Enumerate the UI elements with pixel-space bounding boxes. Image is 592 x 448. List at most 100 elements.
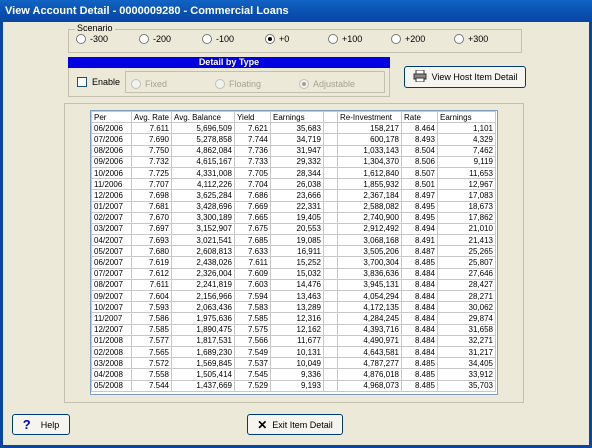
scenario-radio-minus100[interactable]: -100 (202, 33, 234, 45)
table-row[interactable]: 11/2007 7.586 1,975,636 7.585 12,316 4,284,24… (91, 312, 496, 325)
exit-item-detail-button[interactable]: ✕ Exit Item Detail (247, 414, 343, 435)
scenario-radio-minus300[interactable]: -300 (76, 33, 108, 45)
table-row[interactable]: 12/2007 7.585 1,890,475 7.575 12,162 4,393,71… (91, 323, 496, 336)
detail-radio-fixed[interactable]: Fixed (131, 78, 167, 90)
table-row[interactable]: 05/2007 7.680 2,608,813 7.633 16,911 3,505,20… (91, 245, 496, 258)
table-cell: 4,490,971 (337, 334, 402, 347)
table-cell: 14,476 (270, 278, 324, 292)
table-cell: 4,787,277 (337, 357, 402, 370)
table-cell: 29,874 (437, 312, 496, 325)
table-row[interactable]: 11/2006 7.707 4,112,226 7.704 26,038 1,855,93… (91, 178, 496, 191)
column-header (323, 111, 338, 124)
table-cell: 3,945,131 (337, 278, 402, 292)
table-cell: 13,289 (270, 301, 324, 314)
table-cell: 7.545 (234, 368, 271, 381)
table-cell: 05/2007 (91, 245, 132, 258)
table-cell: 13,463 (270, 289, 324, 303)
table-cell: 12/2006 (91, 189, 132, 202)
table-row[interactable]: 07/2007 7.612 2,326,004 7.609 15,032 3,836,63… (91, 267, 496, 280)
table-cell: 09/2006 (91, 155, 132, 168)
table-cell (323, 278, 338, 292)
table-cell: 28,271 (437, 289, 496, 303)
table-row[interactable]: 01/2008 7.577 1,817,531 7.566 11,677 4,490,97… (91, 334, 496, 347)
help-button[interactable]: ? Help (12, 414, 70, 435)
table-row[interactable]: 04/2008 7.558 1,505,414 7.545 9,336 4,876,018… (91, 368, 496, 381)
detail-radio-floating[interactable]: Floating (215, 78, 261, 90)
table-cell (323, 211, 338, 224)
radio-selected-icon (265, 34, 275, 44)
table-cell: 04/2008 (91, 368, 132, 381)
table-cell: 4,112,226 (171, 178, 235, 191)
table-cell: 25,807 (437, 256, 496, 269)
table-cell: 7.633 (234, 245, 271, 258)
table-row[interactable]: 03/2008 7.572 1,569,845 7.537 10,049 4,787,27… (91, 357, 496, 370)
table-row[interactable]: 09/2007 7.604 2,156,966 7.594 13,463 4,054,29… (91, 289, 496, 303)
table-cell (323, 323, 338, 336)
table-cell: 7.690 (131, 133, 172, 146)
detail-radio-adjustable[interactable]: Adjustable (299, 78, 355, 90)
radio-icon (202, 34, 212, 44)
table-row[interactable]: 06/2006 7.611 5,696,509 7.621 35,683 158,217 8… (91, 122, 496, 135)
table-cell: 03/2007 (91, 222, 132, 236)
table-cell: 19,405 (270, 211, 324, 224)
table-cell (323, 166, 338, 180)
question-icon: ? (22, 416, 31, 432)
table-row[interactable]: 03/2007 7.697 3,152,907 7.675 20,553 2,912,49… (91, 222, 496, 236)
table-cell: 20,553 (270, 222, 324, 236)
table-cell: 04/2007 (91, 234, 132, 247)
column-header: Re-Investment (337, 111, 402, 124)
table-row[interactable]: 02/2007 7.670 3,300,189 7.665 19,405 2,740,90… (91, 211, 496, 224)
table-cell: 01/2008 (91, 334, 132, 347)
table-cell: 1,505,414 (171, 368, 235, 381)
table-cell: 7.670 (131, 211, 172, 224)
table-cell: 11/2006 (91, 178, 132, 191)
table-cell: 2,367,184 (337, 189, 402, 202)
table-cell: 7.611 (234, 256, 271, 269)
table-row[interactable]: 10/2006 7.725 4,331,008 7.705 28,344 1,612,84… (91, 166, 496, 180)
table-row[interactable]: 07/2006 7.690 5,278,858 7.744 34,719 600,178 8… (91, 133, 496, 146)
table-row[interactable]: 09/2006 7.732 4,615,167 7.733 29,332 1,304,37… (91, 155, 496, 168)
view-host-item-button[interactable]: View Host Item Detail (404, 66, 526, 88)
table-row[interactable]: 10/2007 7.593 2,063,436 7.583 13,289 4,172,13… (91, 301, 496, 314)
scenario-radio-zero[interactable]: +0 (265, 33, 289, 45)
table-row[interactable]: 02/2008 7.565 1,689,230 7.549 10,131 4,643,58… (91, 345, 496, 359)
table-cell: 28,344 (270, 166, 324, 180)
table-row[interactable]: 08/2007 7.611 2,241,819 7.603 14,476 3,945,13… (91, 278, 496, 292)
table-cell: 07/2006 (91, 133, 132, 146)
table-cell: 7.744 (234, 133, 271, 146)
scenario-radio-plus100[interactable]: +100 (328, 33, 362, 45)
scenario-radio-minus200[interactable]: -200 (139, 33, 171, 45)
table-cell: 7.725 (131, 166, 172, 180)
table-cell: 2,438,026 (171, 256, 235, 269)
table-cell: 09/2007 (91, 289, 132, 303)
scenario-label: Scenario (75, 23, 115, 33)
table-cell: 35,683 (270, 122, 324, 135)
table-cell: 1,612,840 (337, 166, 402, 180)
table-row[interactable]: 01/2007 7.681 3,428,696 7.669 22,331 2,588,08… (91, 200, 496, 213)
table-cell: 8.484 (401, 278, 438, 292)
table-row[interactable]: 05/2008 7.544 1,437,669 7.529 9,193 4,968,073… (91, 379, 496, 392)
table-cell: 22,331 (270, 200, 324, 213)
table-cell: 2,912,492 (337, 222, 402, 236)
column-header: Yield (234, 111, 271, 124)
table-cell: 32,271 (437, 334, 496, 347)
table-cell (323, 155, 338, 168)
table-cell: 3,836,636 (337, 267, 402, 280)
table-cell: 3,152,907 (171, 222, 235, 236)
scenario-radio-plus200[interactable]: +200 (391, 33, 425, 45)
table-row[interactable]: 06/2007 7.619 2,438,026 7.611 15,252 3,700,30… (91, 256, 496, 269)
table-cell: 19,085 (270, 234, 324, 247)
table-cell: 3,021,541 (171, 234, 235, 247)
table-cell: 2,241,819 (171, 278, 235, 292)
table-row[interactable]: 04/2007 7.693 3,021,541 7.685 19,085 3,068,16… (91, 234, 496, 247)
scenario-radio-plus300[interactable]: +300 (454, 33, 488, 45)
enable-checkbox[interactable]: Enable (77, 77, 120, 87)
table-cell: 7.612 (131, 267, 172, 280)
table-row[interactable]: 12/2006 7.698 3,625,284 7.686 23,666 2,367,18… (91, 189, 496, 202)
table-cell: 1,569,845 (171, 357, 235, 370)
table-row[interactable]: 08/2006 7.750 4,862,084 7.736 31,947 1,033,14… (91, 144, 496, 157)
table-cell: 7,462 (437, 144, 496, 157)
printer-icon (413, 69, 427, 84)
detail-by-type-header: Detail by Type (68, 57, 390, 68)
account-detail-grid[interactable]: Per Avg. Rate Avg. Balance Yield Earnings Re-… (90, 110, 498, 395)
